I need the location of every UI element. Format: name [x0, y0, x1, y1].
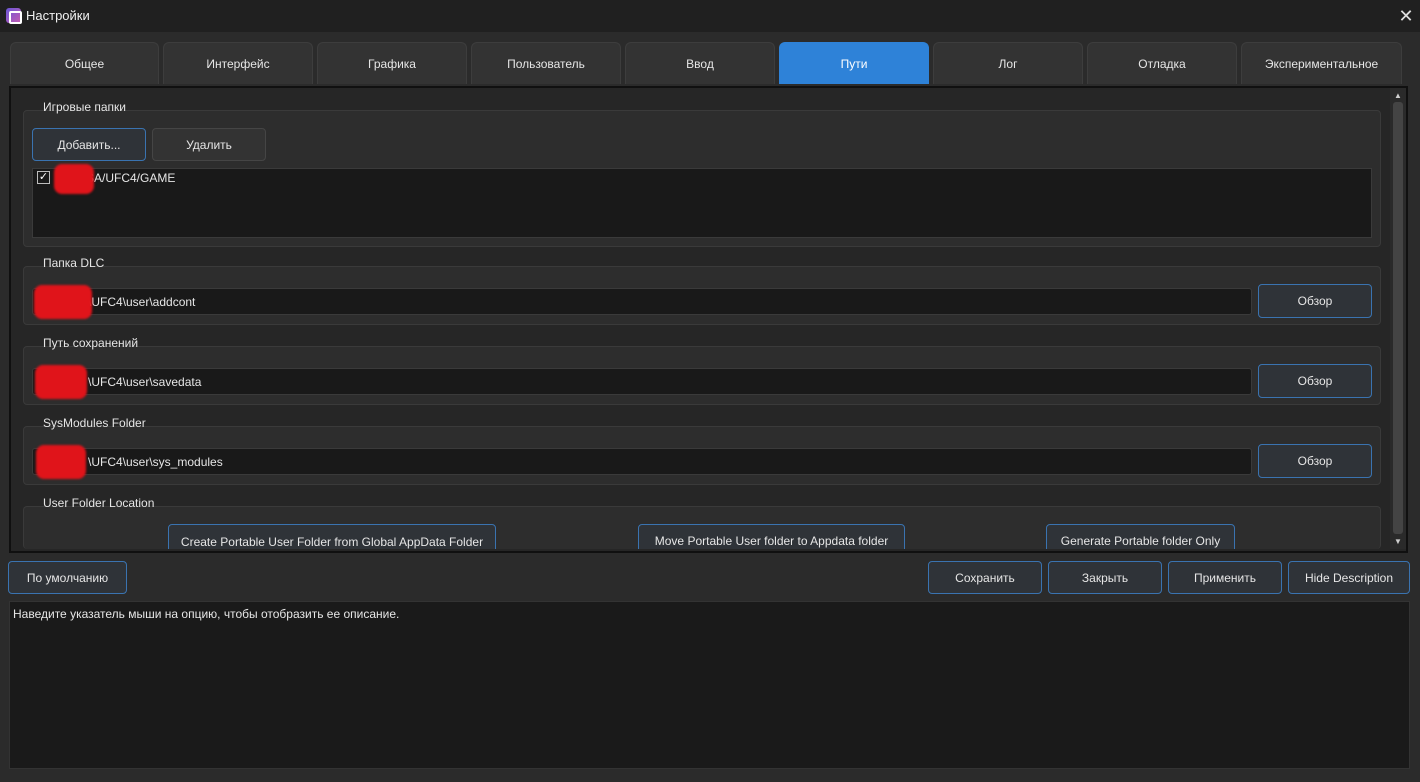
tab-graphics[interactable]: Графика — [317, 42, 467, 84]
description-panel — [9, 601, 1410, 769]
save-path-field[interactable] — [32, 368, 1252, 395]
defaults-button[interactable]: По умолчанию — [8, 561, 127, 594]
move-portable-folder-button[interactable]: Move Portable User folder to Appdata fol… — [638, 524, 905, 549]
sysmodules-path: \UFC4\user\sys_modules — [88, 455, 223, 469]
generate-portable-folder-button[interactable]: Generate Portable folder Only — [1046, 524, 1235, 549]
sysmodules-title: SysModules Folder — [43, 416, 146, 430]
app-icon — [6, 8, 22, 24]
redaction-mark — [35, 365, 87, 399]
redaction-mark — [36, 445, 86, 479]
save-path-title: Путь сохранений — [43, 336, 139, 350]
create-portable-folder-button[interactable]: Create Portable User Folder from Global … — [168, 524, 496, 549]
close-button[interactable]: Закрыть — [1048, 561, 1162, 594]
dlc-folder-title: Папка DLC — [43, 256, 105, 270]
game-folder-checkbox[interactable]: ✓ — [37, 171, 50, 184]
game-folder-path: SA/UFC4/GAME — [86, 171, 176, 185]
tab-input[interactable]: Ввод — [625, 42, 775, 84]
scroll-up-icon[interactable]: ▲ — [1392, 90, 1404, 102]
tab-paths[interactable]: Пути — [779, 42, 929, 84]
apply-button[interactable]: Применить — [1168, 561, 1282, 594]
dlc-folder-field[interactable] — [32, 288, 1252, 315]
scroll-down-icon[interactable]: ▼ — [1392, 536, 1404, 548]
save-path-value: \UFC4\user\savedata — [88, 375, 202, 389]
close-icon[interactable]: ✕ — [1396, 6, 1416, 26]
title-bar — [0, 0, 1420, 32]
tab-general[interactable]: Общее — [10, 42, 159, 84]
tab-debug[interactable]: Отладка — [1087, 42, 1237, 84]
sysmodules-browse-button[interactable]: Обзор — [1258, 444, 1372, 478]
tab-user[interactable]: Пользователь — [471, 42, 621, 84]
redaction-mark — [54, 164, 94, 194]
description-text: Наведите указатель мыши на опцию, чтобы … — [13, 607, 400, 621]
remove-folder-button[interactable]: Удалить — [152, 128, 266, 161]
add-folder-button[interactable]: Добавить... — [32, 128, 146, 161]
dlc-browse-button[interactable]: Обзор — [1258, 284, 1372, 318]
save-path-browse-button[interactable]: Обзор — [1258, 364, 1372, 398]
save-button[interactable]: Сохранить — [928, 561, 1042, 594]
tab-interface[interactable]: Интерфейс — [163, 42, 313, 84]
window-title: Настройки — [26, 8, 90, 23]
dlc-folder-path: \UFC4\user\addcont — [88, 295, 196, 309]
game-folders-title: Игровые папки — [43, 100, 126, 114]
tab-experimental[interactable]: Экспериментальное — [1241, 42, 1402, 84]
hide-description-button[interactable]: Hide Description — [1288, 561, 1410, 594]
redaction-mark — [34, 285, 92, 319]
scrollbar-thumb[interactable] — [1393, 102, 1403, 534]
tab-log[interactable]: Лог — [933, 42, 1083, 84]
user-folder-location-title: User Folder Location — [43, 496, 155, 510]
user-folder-buttons-viewport: Create Portable User Folder from Global … — [11, 524, 1389, 549]
game-folders-list[interactable] — [32, 168, 1372, 238]
